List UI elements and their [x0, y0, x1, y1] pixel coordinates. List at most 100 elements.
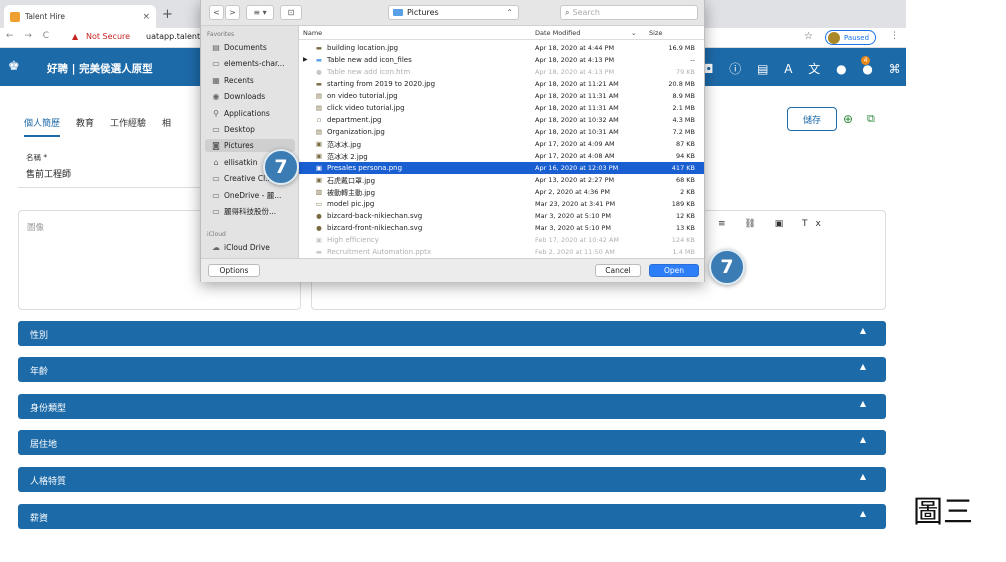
- file-name: bizcard-front-nikiechan.svg: [327, 224, 423, 232]
- name-column-header[interactable]: Name: [303, 29, 322, 37]
- tab-experience[interactable]: 工作經驗: [110, 116, 146, 137]
- avatar: [828, 31, 840, 44]
- back-icon[interactable]: <: [209, 5, 224, 20]
- browser-menu-icon[interactable]: ⋮: [890, 31, 899, 41]
- file-row[interactable]: ▭ model pic.jpg Mar 23, 2020 at 3:41 PM 189…: [299, 198, 704, 210]
- file-row[interactable]: ▣ 范冰冰.jpg Apr 17, 2020 at 4:09 AM 87 KB: [299, 138, 704, 150]
- sidebar-item[interactable]: ⌂ ellisatkin: [211, 156, 257, 169]
- sidebar-item[interactable]: ▭ OneDrive - 麗...: [211, 189, 281, 202]
- file-size: 1.4 MB: [672, 248, 695, 256]
- profile-status: Paused: [844, 33, 870, 42]
- header-toolbar-icons[interactable]: ◘ ⓘ ▤ A 文 ● ● ⌘: [704, 60, 906, 77]
- file-row[interactable]: ▤ Organization.jpg Apr 18, 2020 at 10:31 A…: [299, 126, 704, 138]
- tab-resume[interactable]: 個人簡歷: [24, 116, 61, 137]
- section-salary[interactable]: 薪資 ▲: [18, 504, 886, 529]
- new-folder-icon[interactable]: ⊡: [280, 5, 302, 20]
- zoom-search-icon[interactable]: ⊕: [843, 112, 853, 126]
- file-date: Apr 13, 2020 at 2:27 PM: [535, 176, 615, 184]
- file-row[interactable]: ▫ department.jpg Apr 18, 2020 at 10:32 AM 4…: [299, 114, 704, 126]
- file-name: click video tutorial.jpg: [327, 104, 405, 112]
- sidebar-item[interactable]: ▦ Recents: [211, 74, 254, 87]
- bookmark-star-icon[interactable]: ☆: [804, 31, 813, 42]
- collapse-caret-icon[interactable]: ▲: [860, 472, 866, 481]
- file-row[interactable]: ▤ click video tutorial.jpg Apr 18, 2020 at…: [299, 102, 704, 114]
- url-field[interactable]: uatapp.talent: [146, 32, 200, 41]
- file-row[interactable]: ● bizcard-front-nikiechan.svg Mar 3, 2020 …: [299, 222, 704, 234]
- editor-toolbar-icons[interactable]: ≡ ⛓ ▣ Tx: [718, 219, 829, 229]
- view-mode-icon[interactable]: ≡ ▾: [246, 5, 274, 20]
- open-button[interactable]: Open: [649, 264, 699, 277]
- file-row[interactable]: ▬ building location.jpg Apr 18, 2020 at 4:…: [299, 42, 704, 54]
- sidebar-item-icloud[interactable]: ☁ iCloud Drive: [211, 241, 270, 254]
- figure-label: 圖三: [913, 495, 973, 530]
- section-age[interactable]: 年齡 ▲: [18, 357, 886, 382]
- file-row[interactable]: ▬ Recruitment Automation.pptx Feb 2, 2020 …: [299, 246, 704, 258]
- file-name: Presales persona.png: [327, 164, 403, 172]
- not-secure-label[interactable]: Not Secure: [86, 32, 130, 41]
- collapse-caret-icon[interactable]: ▲: [860, 435, 866, 444]
- search-input[interactable]: ⌕ Search: [560, 5, 698, 20]
- file-size: 2 KB: [680, 188, 695, 196]
- file-row[interactable]: ▣ High efficiency Feb 17, 2020 at 10:42 AM…: [299, 234, 704, 246]
- sidebar-item[interactable]: ▭ Creative Cl...: [211, 172, 272, 185]
- sort-icon[interactable]: ⌄: [631, 29, 636, 37]
- dialog-sidebar: Favorites ▤ Documents ▭ elements-char... ▦ Re…: [201, 26, 299, 258]
- size-column-header[interactable]: Size: [649, 29, 662, 37]
- image-label: 圖像: [27, 223, 45, 233]
- section-residence[interactable]: 居住地 ▲: [18, 430, 886, 455]
- sidebar-item-icon: ▦: [212, 75, 220, 85]
- file-list: Name Date Modified ⌄ Size ▬ building loca…: [299, 26, 704, 258]
- profile-button[interactable]: Paused: [825, 30, 877, 45]
- tab-education[interactable]: 教育: [76, 116, 94, 137]
- section-personality[interactable]: 人格特質 ▲: [18, 467, 886, 492]
- collapse-caret-icon[interactable]: ▲: [860, 326, 866, 335]
- file-row[interactable]: ● Table new add icon.htm Apr 18, 2020 at 4…: [299, 66, 704, 78]
- sidebar-item[interactable]: ◉ Downloads: [211, 90, 266, 103]
- file-date: Apr 2, 2020 at 4:36 PM: [535, 188, 610, 196]
- save-button[interactable]: 儲存: [787, 107, 837, 131]
- name-value[interactable]: 售前工程師: [26, 167, 71, 180]
- sidebar-item[interactable]: ⚲ Applications: [211, 107, 270, 120]
- file-row[interactable]: ● bizcard-back-nikiechan.svg Mar 3, 2020 a…: [299, 210, 704, 222]
- file-name: building location.jpg: [327, 44, 399, 52]
- location-popup[interactable]: Pictures ⌃: [388, 5, 519, 20]
- file-row[interactable]: ▣ 范冰冰 2.jpg Apr 17, 2020 at 4:08 AM 94 KB: [299, 150, 704, 162]
- section-gender[interactable]: 性別 ▲: [18, 321, 886, 346]
- file-name: 被動轉主動.jpg: [327, 189, 376, 197]
- forward-icon[interactable]: >: [225, 5, 240, 20]
- file-date: Apr 17, 2020 at 4:08 AM: [535, 152, 615, 160]
- tab-close-icon[interactable]: ×: [142, 12, 150, 22]
- sidebar-item[interactable]: ▭ Desktop: [211, 123, 255, 136]
- section-title: 人格特質: [30, 477, 67, 487]
- file-date: Mar 23, 2020 at 3:41 PM: [535, 200, 616, 208]
- file-row[interactable]: ▬ starting from 2019 to 2020.jpg Apr 18, 2…: [299, 78, 704, 90]
- navigation-buttons[interactable]: ← → C: [6, 31, 53, 41]
- file-row[interactable]: ▨ 被動轉主動.jpg Apr 2, 2020 at 4:36 PM 2 KB: [299, 186, 704, 198]
- options-button[interactable]: Options: [208, 264, 260, 277]
- copy-icon[interactable]: ⧉: [867, 112, 875, 126]
- sidebar-item[interactable]: ▤ Documents: [211, 41, 267, 54]
- file-row[interactable]: ▤ on video tutorial.jpg Apr 18, 2020 at 11…: [299, 90, 704, 102]
- file-row[interactable]: ▣ 石虎戴口罩.jpg Apr 13, 2020 at 2:27 PM 68 KB: [299, 174, 704, 186]
- section-title: 年齡: [30, 367, 49, 377]
- file-size: 20.8 MB: [668, 80, 695, 88]
- cancel-button[interactable]: Cancel: [595, 264, 641, 277]
- sidebar-item[interactable]: ▭ elements-char...: [211, 57, 284, 70]
- file-type-icon: ●: [316, 68, 322, 76]
- app-logo-icon[interactable]: ♚: [8, 59, 20, 74]
- file-row[interactable]: ▣ Presales persona.png Apr 16, 2020 at 12:…: [299, 162, 704, 174]
- file-size: 87 KB: [675, 140, 695, 148]
- collapse-caret-icon[interactable]: ▲: [860, 509, 866, 518]
- sidebar-item[interactable]: ▭ 麗得科技股份...: [211, 205, 276, 218]
- section-identity-type[interactable]: 身份類型 ▲: [18, 394, 886, 419]
- collapse-caret-icon[interactable]: ▲: [860, 362, 866, 371]
- tab-related[interactable]: 相: [162, 116, 171, 137]
- collapse-caret-icon[interactable]: ▲: [860, 399, 866, 408]
- disclosure-triangle-icon[interactable]: ▶: [303, 56, 308, 63]
- date-column-header[interactable]: Date Modified: [535, 29, 580, 37]
- file-row[interactable]: ▶ ▬ Table new add icon_files Apr 18, 2020 a…: [299, 54, 704, 66]
- browser-tab[interactable]: Talent Hire ×: [4, 5, 156, 28]
- new-tab-icon[interactable]: +: [162, 7, 173, 22]
- file-date: Apr 16, 2020 at 12:03 PM: [535, 164, 619, 172]
- file-name: Recruitment Automation.pptx: [327, 248, 432, 256]
